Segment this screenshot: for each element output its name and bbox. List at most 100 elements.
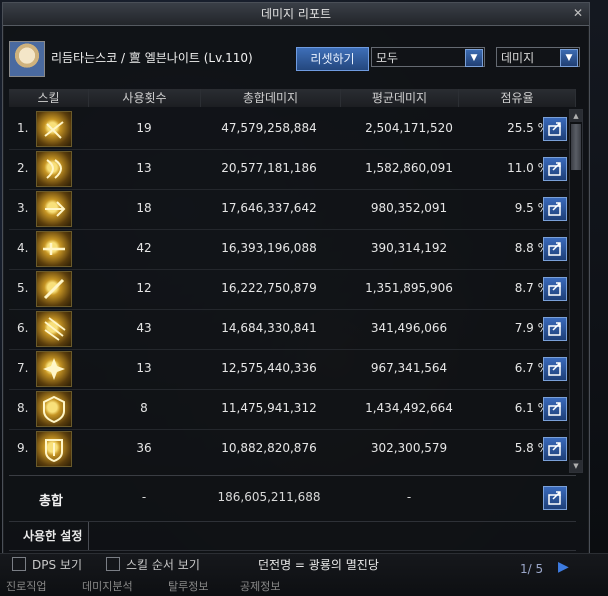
skill-icon — [36, 391, 72, 427]
reset-button[interactable]: 리셋하기 — [296, 47, 369, 71]
share-icon[interactable] — [543, 317, 567, 341]
table-header: 스킬 사용횟수 총합데미지 평균데미지 점유율 — [9, 89, 576, 107]
share-icon[interactable] — [543, 277, 567, 301]
tab-used-settings[interactable]: 사용한 설정 — [17, 522, 90, 550]
row-rank: 1. — [17, 121, 29, 135]
row-total-damage: 11,475,941,312 — [221, 401, 317, 415]
row-uses: 43 — [136, 321, 152, 335]
row-rank: 8. — [17, 401, 29, 415]
menu-item[interactable]: 진로직업 — [6, 578, 46, 594]
row-avg-damage: 341,496,066 — [370, 321, 448, 335]
filter-select-metric[interactable]: 데미지 ▼ — [496, 47, 580, 67]
table-row: 2. 13 20,577,181,186 1,582,860,091 11.0 … — [9, 149, 567, 190]
tab-bar: 사용한 설정 — [9, 521, 576, 551]
skill-icon — [36, 151, 72, 187]
col-total-damage: 총합데미지 — [201, 89, 341, 107]
chevron-down-icon[interactable]: ▼ — [465, 49, 483, 67]
table-row: 3. 18 17,646,337,642 980,352,091 9.5 % — [9, 189, 567, 230]
menu-item[interactable]: 탈루정보 — [168, 578, 208, 594]
skill-icon — [36, 191, 72, 227]
character-name: 리듬타는스코 / 亶 엘븐나이트 (Lv.110) — [51, 51, 253, 65]
row-avg-damage: 1,434,492,664 — [365, 401, 453, 415]
row-uses: 8 — [140, 401, 148, 415]
skill-icon — [36, 351, 72, 387]
dps-view-label: DPS 보기 — [32, 558, 82, 572]
row-avg-damage: 2,504,171,520 — [365, 121, 453, 135]
table-row: 8. 8 11,475,941,312 1,434,492,664 6.1 % — [9, 389, 567, 430]
row-rank: 6. — [17, 321, 29, 335]
row-uses: 13 — [136, 161, 152, 175]
filter-select-target-value: 모두 — [376, 51, 399, 65]
bottom-bar: DPS 보기 스킬 순서 보기 던전명 = 광룡의 멸진당 1/ 5 ▶ 진로직… — [0, 553, 608, 596]
row-total-damage: 16,222,750,879 — [221, 281, 317, 295]
share-icon[interactable] — [543, 237, 567, 261]
menu-item[interactable]: 공제정보 — [240, 578, 280, 594]
table-row: 9. 36 10,882,820,876 302,300,579 5.8 % — [9, 429, 567, 469]
share-icon[interactable] — [543, 357, 567, 381]
skill-order-label: 스킬 순서 보기 — [126, 558, 200, 572]
row-total-damage: 47,579,258,884 — [221, 121, 317, 135]
col-avg-damage: 평균데미지 — [341, 89, 459, 107]
page-indicator: 1/ 5 — [520, 562, 544, 576]
next-page-icon[interactable]: ▶ — [558, 560, 574, 574]
scrollbar[interactable]: ▲ ▼ — [569, 109, 583, 473]
menu-item[interactable]: 데미지분석 — [82, 578, 133, 594]
close-icon[interactable]: ✕ — [571, 6, 585, 20]
row-avg-damage: 980,352,091 — [370, 201, 448, 215]
scroll-up-icon[interactable]: ▲ — [570, 110, 582, 122]
row-avg-damage: 1,582,860,091 — [365, 161, 453, 175]
share-icon[interactable] — [543, 197, 567, 221]
share-icon[interactable] — [543, 437, 567, 461]
row-uses: 12 — [136, 281, 152, 295]
row-share: 25.5 % — [507, 121, 549, 135]
row-share: 6.7 % — [514, 361, 549, 375]
row-uses: 36 — [136, 441, 152, 455]
share-icon[interactable] — [543, 397, 567, 421]
window-title: 데미지 리포트 ✕ — [3, 3, 589, 26]
row-rank: 3. — [17, 201, 29, 215]
col-share: 점유율 — [459, 89, 576, 107]
scroll-down-icon[interactable]: ▼ — [570, 460, 582, 472]
row-share: 7.9 % — [514, 321, 549, 335]
row-rank: 5. — [17, 281, 29, 295]
dps-view-checkbox[interactable] — [12, 557, 26, 571]
row-rank: 2. — [17, 161, 29, 175]
row-avg-damage: 302,300,579 — [370, 441, 448, 455]
col-uses: 사용횟수 — [89, 89, 201, 107]
share-icon[interactable] — [543, 157, 567, 181]
skill-icon — [36, 111, 72, 147]
row-share: 8.7 % — [514, 281, 549, 295]
scroll-thumb[interactable] — [571, 124, 581, 170]
table-row: 1. 19 47,579,258,884 2,504,171,520 25.5 … — [9, 109, 567, 150]
dungeon-name: 던전명 = 광룡의 멸진당 — [258, 558, 379, 572]
row-total-damage: 20,577,181,186 — [221, 161, 317, 175]
row-share: 5.8 % — [514, 441, 549, 455]
table-row: 7. 13 12,575,440,336 967,341,564 6.7 % — [9, 349, 567, 390]
skill-icon — [36, 271, 72, 307]
summary-label: 총합 — [39, 494, 63, 509]
row-rank: 9. — [17, 441, 29, 455]
share-icon[interactable] — [543, 486, 567, 510]
skill-order-checkbox[interactable] — [106, 557, 120, 571]
row-share: 6.1 % — [514, 401, 549, 415]
table-row: 4. 42 16,393,196,088 390,314,192 8.8 % — [9, 229, 567, 270]
col-skill: 스킬 — [9, 89, 89, 107]
filter-select-target[interactable]: 모두 ▼ — [371, 47, 485, 67]
row-total-damage: 16,393,196,088 — [221, 241, 317, 255]
window-title-text: 데미지 리포트 — [260, 7, 332, 21]
summary-total-damage: 186,605,211,688 — [217, 490, 321, 504]
row-uses: 13 — [136, 361, 152, 375]
row-total-damage: 10,882,820,876 — [221, 441, 317, 455]
row-uses: 19 — [136, 121, 152, 135]
row-total-damage: 12,575,440,336 — [221, 361, 317, 375]
row-share: 11.0 % — [507, 161, 549, 175]
chevron-down-icon[interactable]: ▼ — [560, 49, 578, 67]
character-row: 리듬타는스코 / 亶 엘븐나이트 (Lv.110) 리셋하기 모두 ▼ 데미지 … — [9, 39, 583, 77]
share-icon[interactable] — [543, 117, 567, 141]
damage-report-window: 데미지 리포트 ✕ 리듬타는스코 / 亶 엘븐나이트 (Lv.110) 리셋하기… — [2, 2, 590, 577]
row-share: 8.8 % — [514, 241, 549, 255]
row-rank: 4. — [17, 241, 29, 255]
character-portrait — [9, 41, 45, 77]
row-share: 9.5 % — [514, 201, 549, 215]
summary-avg-damage: - — [406, 490, 412, 504]
